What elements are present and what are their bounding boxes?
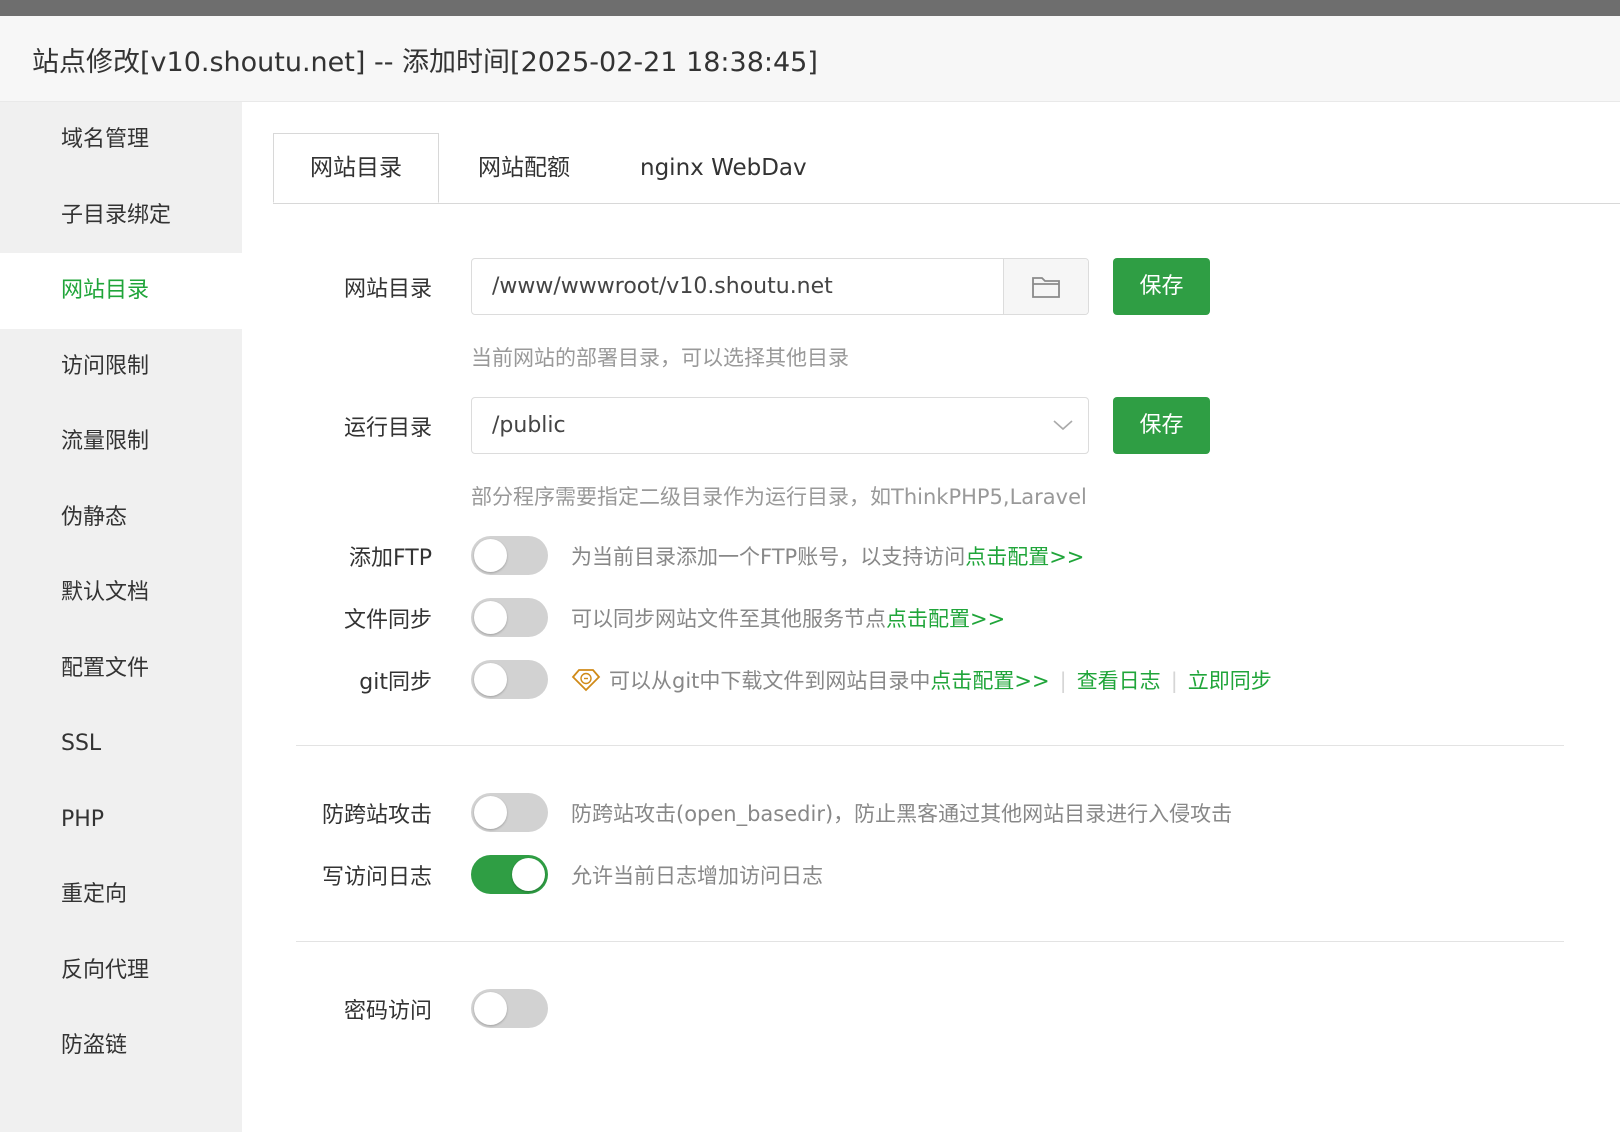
toggle-knob (474, 992, 507, 1025)
file-sync-description: 可以同步网站文件至其他服务节点点击配置>> (571, 603, 1005, 633)
sidebar-item-domain[interactable]: 域名管理 (0, 102, 242, 178)
sidebar-item-default-doc[interactable]: 默认文档 (0, 555, 242, 631)
anti-xss-description: 防跨站攻击(open_basedir)，防止黑客通过其他网站目录进行入侵攻击 (571, 802, 1233, 826)
tab-site-directory[interactable]: 网站目录 (273, 133, 439, 203)
dialog-title: 站点修改[v10.shoutu.net] -- 添加时间[2025-02-21 … (32, 47, 818, 78)
sidebar-item-redirect[interactable]: 重定向 (0, 857, 242, 933)
git-sync-toggle[interactable] (471, 660, 548, 699)
toggle-knob (474, 796, 507, 829)
separator: | (1059, 669, 1067, 693)
run-dir-label: 运行目录 (343, 416, 432, 441)
folder-picker-button[interactable] (1003, 259, 1088, 314)
folder-icon (1032, 277, 1060, 298)
ftp-toggle[interactable] (471, 536, 548, 575)
site-dir-hint: 当前网站的部署目录，可以选择其他目录 (471, 346, 849, 370)
anti-xss-label: 防跨站攻击 (321, 803, 432, 828)
sidebar-item-hotlink-protection[interactable]: 防盗链 (0, 1008, 242, 1084)
tab-bar: 网站目录 网站配额 nginx WebDav (273, 133, 1620, 204)
sidebar-item-php[interactable]: PHP (0, 782, 242, 858)
sidebar-item-rewrite[interactable]: 伪静态 (0, 480, 242, 556)
ftp-description: 为当前目录添加一个FTP账号，以支持访问点击配置>> (571, 541, 1084, 571)
access-log-toggle[interactable] (471, 855, 548, 894)
ftp-label: 添加FTP (349, 546, 432, 571)
separator: | (1170, 669, 1178, 693)
git-sync-config-link[interactable]: 点击配置>> (930, 669, 1049, 693)
site-dir-label: 网站目录 (343, 277, 432, 302)
sidebar-item-ssl[interactable]: SSL (0, 706, 242, 782)
toggle-knob (512, 858, 545, 891)
window-top-strip (0, 0, 1620, 16)
sidebar-item-site-directory[interactable]: 网站目录 (0, 253, 242, 329)
file-sync-label: 文件同步 (343, 608, 432, 633)
save-run-dir-button[interactable]: 保存 (1113, 397, 1210, 454)
ftp-desc-text: 为当前目录添加一个FTP账号，以支持访问 (571, 545, 966, 569)
anti-xss-toggle[interactable] (471, 793, 548, 832)
tab-site-quota[interactable]: 网站配额 (478, 133, 570, 203)
section-divider (296, 745, 1564, 746)
sidebar-item-traffic-limit[interactable]: 流量限制 (0, 404, 242, 480)
sidebar: 域名管理 子目录绑定 网站目录 访问限制 流量限制 伪静态 默认文档 配置文件 … (0, 102, 242, 1132)
section-divider (296, 941, 1564, 942)
site-dir-value: /www/wwwroot/v10.shoutu.net (492, 274, 833, 299)
tab-nginx-webdav[interactable]: nginx WebDav (640, 133, 807, 203)
run-dir-value: /public (492, 413, 566, 438)
run-dir-select[interactable]: /public (471, 397, 1089, 454)
password-access-toggle[interactable] (471, 989, 548, 1028)
git-sync-desc-text: 可以从git中下载文件到网站目录中 (609, 669, 931, 693)
toggle-knob (474, 601, 507, 634)
file-sync-desc-text: 可以同步网站文件至其他服务节点 (571, 607, 886, 631)
sidebar-item-reverse-proxy[interactable]: 反向代理 (0, 933, 242, 1009)
chevron-down-icon (1053, 420, 1073, 431)
access-log-label: 写访问日志 (321, 865, 432, 890)
sidebar-item-subdir-binding[interactable]: 子目录绑定 (0, 178, 242, 254)
file-sync-toggle[interactable] (471, 598, 548, 637)
sidebar-item-access-limit[interactable]: 访问限制 (0, 329, 242, 405)
sync-now-link[interactable]: 立即同步 (1188, 669, 1272, 693)
toggle-knob (474, 539, 507, 572)
ftp-config-link[interactable]: 点击配置>> (965, 545, 1084, 569)
dialog-title-bar: 站点修改[v10.shoutu.net] -- 添加时间[2025-02-21 … (0, 16, 1620, 102)
password-access-label: 密码访问 (343, 999, 432, 1024)
git-sync-label: git同步 (359, 670, 432, 695)
enterprise-gem-icon (571, 669, 601, 692)
sidebar-item-config-file[interactable]: 配置文件 (0, 631, 242, 707)
site-dir-input[interactable]: /www/wwwroot/v10.shoutu.net (471, 258, 1089, 315)
save-site-dir-button[interactable]: 保存 (1113, 258, 1210, 315)
git-sync-description: 可以从git中下载文件到网站目录中点击配置>> | 查看日志 | 立即同步 (571, 665, 1272, 695)
run-dir-hint: 部分程序需要指定二级目录作为运行目录，如ThinkPHP5,Laravel (471, 485, 1087, 509)
toggle-knob (474, 663, 507, 696)
view-log-link[interactable]: 查看日志 (1077, 669, 1161, 693)
file-sync-config-link[interactable]: 点击配置>> (886, 607, 1005, 631)
access-log-description: 允许当前日志增加访问日志 (571, 864, 823, 888)
